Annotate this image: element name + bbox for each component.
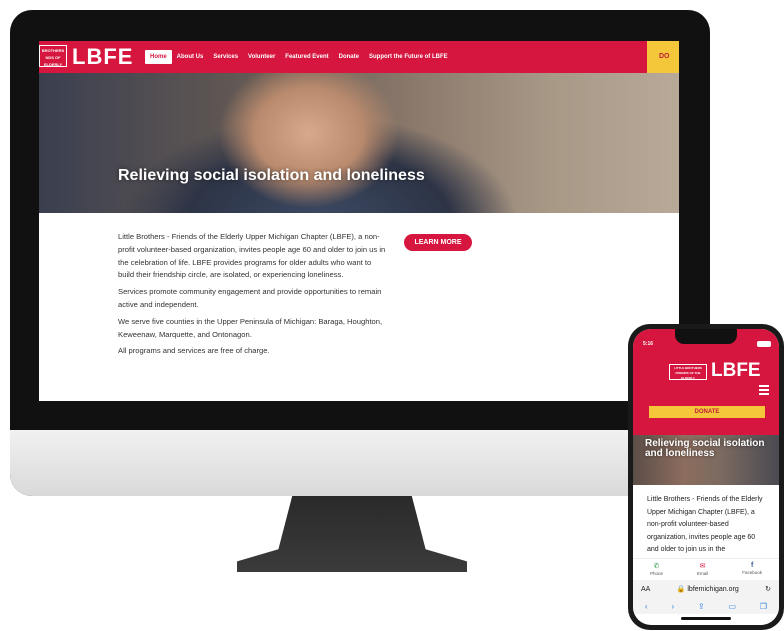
intro-paragraph: We serve five counties in the Upper Peni… <box>118 316 383 339</box>
intro-copy: Little Brothers - Friends of the Elderly… <box>118 231 388 362</box>
phone-hero-title: Relieving social isolation and lonelines… <box>645 438 765 459</box>
menu-volunteer[interactable]: Volunteer <box>243 50 280 64</box>
menu-services[interactable]: Services <box>208 50 243 64</box>
facebook-icon: f <box>750 562 754 569</box>
site-nav: BROTHERS NDS OF ELDERLY LBFE Home About … <box>39 41 679 73</box>
hero-title: Relieving social isolation and lonelines… <box>118 167 425 184</box>
phone-device: 5:16 LITTLE BROTHERS FRIENDS OF THE ELDE… <box>628 324 784 630</box>
battery-icon <box>757 341 771 347</box>
menu-featured-event[interactable]: Featured Event <box>280 50 333 64</box>
url-text: 🔒 lbfemichigan.org <box>676 586 739 593</box>
notch <box>675 329 737 344</box>
share-icon[interactable]: ⇪ <box>698 602 705 611</box>
intro-paragraph: Services promote community engagement an… <box>118 287 382 309</box>
hamburger-menu-icon[interactable] <box>759 385 769 397</box>
monitor-chin <box>10 430 710 496</box>
desktop-screen: BROTHERS NDS OF ELDERLY LBFE Home About … <box>39 41 679 401</box>
phone-screen: 5:16 LITTLE BROTHERS FRIENDS OF THE ELDE… <box>633 329 779 625</box>
text-size-button[interactable]: AA <box>641 586 650 593</box>
address-bar[interactable]: AA 🔒 lbfemichigan.org ↻ <box>633 580 779 598</box>
hero-image: Relieving social isolation and lonelines… <box>39 73 679 213</box>
logo-text[interactable]: LBFE <box>72 44 133 70</box>
browser-toolbar: ‹ › ⇪ ▭ ❐ <box>633 598 779 614</box>
device-mockup: BROTHERS NDS OF ELDERLY LBFE Home About … <box>0 0 784 631</box>
phone-hero-image: Relieving social isolation and lonelines… <box>633 435 779 485</box>
email-icon: ✉ <box>699 563 706 570</box>
main-menu: Home About Us Services Volunteer Feature… <box>145 50 453 64</box>
menu-home[interactable]: Home <box>145 50 172 64</box>
intro-paragraph: All programs and services are free of ch… <box>118 346 270 356</box>
desktop-monitor: BROTHERS NDS OF ELDERLY LBFE Home About … <box>10 10 710 496</box>
status-bar: 5:16 <box>633 329 779 355</box>
forward-icon[interactable]: › <box>671 602 674 611</box>
contact-facebook[interactable]: f Facebook <box>742 559 762 580</box>
menu-donate[interactable]: Donate <box>334 50 364 64</box>
monitor-stand <box>237 496 467 572</box>
phone-logo-mark[interactable]: LITTLE BROTHERS FRIENDS OF THE ELDERLY <box>669 364 707 380</box>
intro-paragraph: Little Brothers - Friends of the Elderly… <box>118 232 386 280</box>
contact-bar: ✆ Phone ✉ Email f Facebook <box>633 558 779 580</box>
back-icon[interactable]: ‹ <box>645 602 648 611</box>
status-time: 5:16 <box>643 341 654 347</box>
donate-button[interactable]: DO <box>647 41 679 73</box>
menu-about-us[interactable]: About Us <box>172 50 209 64</box>
menu-support-future[interactable]: Support the Future of LBFE <box>364 50 453 64</box>
phone-icon: ✆ <box>653 563 660 570</box>
phone-intro-copy: Little Brothers - Friends of the Elderly… <box>647 496 763 553</box>
contact-phone[interactable]: ✆ Phone <box>650 559 663 580</box>
tabs-icon[interactable]: ❐ <box>760 602 767 611</box>
logo-mark[interactable]: BROTHERS NDS OF ELDERLY <box>39 45 67 67</box>
contact-email[interactable]: ✉ Email <box>697 559 708 580</box>
phone-donate-button[interactable]: DONATE <box>649 406 765 418</box>
phone-logo-text[interactable]: LBFE <box>711 360 761 382</box>
reload-icon[interactable]: ↻ <box>765 585 771 593</box>
bookmarks-icon[interactable]: ▭ <box>729 602 737 611</box>
home-indicator <box>681 617 731 620</box>
learn-more-button[interactable]: LEARN MORE <box>404 234 472 251</box>
phone-header: LITTLE BROTHERS FRIENDS OF THE ELDERLY L… <box>633 355 779 435</box>
